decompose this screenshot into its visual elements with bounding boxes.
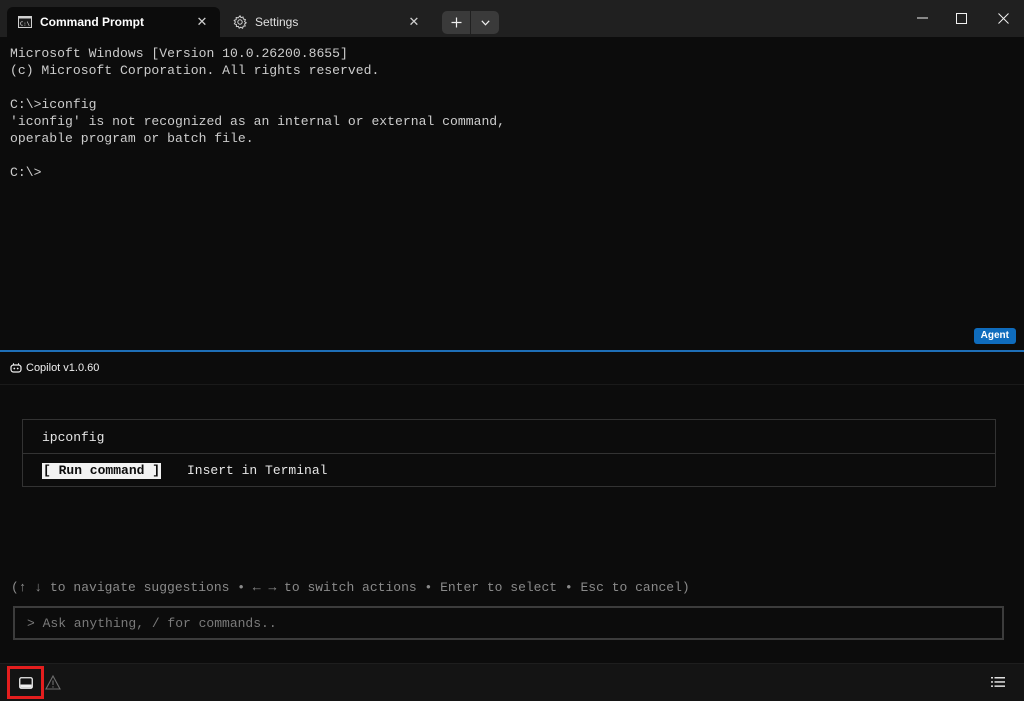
maximize-button[interactable] bbox=[950, 7, 972, 29]
suggestion-actions: [ Run command ] Insert in Terminal bbox=[23, 454, 995, 487]
chevron-down-icon bbox=[480, 19, 490, 26]
warning-icon[interactable] bbox=[45, 675, 61, 690]
tab-label: Command Prompt bbox=[40, 15, 145, 29]
minimize-icon bbox=[916, 17, 928, 19]
tab-settings[interactable]: Settings ✕ bbox=[222, 7, 432, 37]
close-tab-icon[interactable]: ✕ bbox=[193, 13, 211, 31]
terminal-line: Microsoft Windows [Version 10.0.26200.86… bbox=[10, 46, 348, 61]
ask-input-box bbox=[13, 606, 1004, 640]
copilot-title: Copilot v1.0.60 bbox=[26, 362, 100, 374]
suggested-command: ipconfig bbox=[42, 430, 105, 445]
status-bar bbox=[0, 663, 1024, 701]
suggestion-box: ipconfig [ Run command ] Insert in Termi… bbox=[22, 419, 996, 487]
title-bar: C:\ Command Prompt ✕ Settings ✕ bbox=[0, 0, 1024, 37]
toggle-panel-button[interactable] bbox=[7, 666, 44, 699]
cmd-icon: C:\ bbox=[17, 14, 33, 30]
maximize-icon bbox=[955, 12, 967, 24]
terminal-line: 'iconfig' is not recognized as an intern… bbox=[10, 114, 506, 129]
suggestion-row[interactable]: ipconfig bbox=[23, 420, 995, 454]
run-command-button[interactable]: [ Run command ] bbox=[42, 463, 162, 479]
copilot-header: Copilot v1.0.60 bbox=[0, 352, 1024, 385]
new-tab-button[interactable] bbox=[442, 11, 470, 34]
insert-in-terminal-button[interactable]: Insert in Terminal bbox=[187, 463, 327, 479]
terminal-line: operable program or batch file. bbox=[10, 131, 254, 146]
minimize-button[interactable] bbox=[911, 7, 933, 29]
tab-label: Settings bbox=[255, 15, 299, 29]
ask-input[interactable] bbox=[15, 608, 1002, 638]
panel-icon bbox=[18, 676, 33, 689]
terminal-pane[interactable]: Microsoft Windows [Version 10.0.26200.86… bbox=[0, 37, 1024, 350]
close-tab-icon[interactable]: ✕ bbox=[405, 13, 423, 31]
svg-text:C:\: C:\ bbox=[20, 22, 30, 28]
new-tab-dropdown-button[interactable] bbox=[471, 11, 499, 34]
tab-command-prompt[interactable]: C:\ Command Prompt ✕ bbox=[7, 7, 220, 37]
close-icon bbox=[997, 12, 1009, 24]
copilot-pane: Copilot v1.0.60 ipconfig [ Run command ]… bbox=[0, 352, 1024, 701]
keyboard-hint: (↑ ↓ to navigate suggestions • ← → to sw… bbox=[11, 580, 690, 595]
list-icon[interactable] bbox=[991, 676, 1005, 688]
close-window-button[interactable] bbox=[992, 7, 1014, 29]
terminal-prompt: C:\> bbox=[10, 165, 42, 180]
plus-icon bbox=[451, 17, 461, 28]
agent-badge[interactable]: Agent bbox=[973, 328, 1016, 344]
terminal-line: C:\>iconfig bbox=[10, 97, 97, 112]
gear-icon bbox=[232, 14, 248, 30]
new-tab-group bbox=[442, 11, 499, 34]
terminal-line: (c) Microsoft Corporation. All rights re… bbox=[10, 63, 380, 78]
copilot-icon bbox=[10, 363, 22, 373]
